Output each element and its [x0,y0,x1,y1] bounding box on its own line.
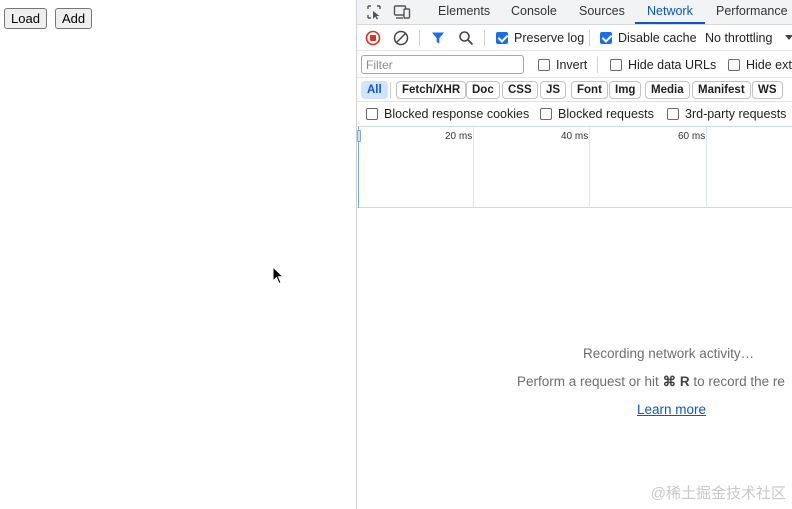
hide-data-urls-checkbox[interactable] [610,59,622,71]
tab-performance[interactable]: Performance [716,4,788,18]
blocked-cookies-checkbox[interactable] [366,108,378,120]
learn-more-link[interactable]: Learn more [637,402,706,417]
disable-cache-checkbox[interactable] [600,32,612,44]
chip-css[interactable]: CSS [502,81,538,99]
timeline-gridline [706,127,707,208]
toolbar-divider [390,82,391,98]
tab-console[interactable]: Console [511,4,557,18]
clear-icon[interactable] [393,30,409,46]
third-party-checkbox[interactable] [667,108,679,120]
inspected-page: Load Add [0,0,356,509]
timeline-gridline [589,127,590,208]
blocked-requests-label: Blocked requests [558,107,654,121]
hide-extension-checkbox[interactable] [728,59,740,71]
chip-ws[interactable]: WS [752,81,783,99]
chip-doc[interactable]: Doc [466,81,500,99]
device-toolbar-icon[interactable] [393,4,411,20]
recording-message: Recording network activity… [583,346,755,361]
timeline-tick-label: 40 ms [561,131,589,142]
perform-request-message: Perform a request or hit ⌘ R to record t… [517,374,785,390]
blocked-cookies-label: Blocked response cookies [384,107,530,121]
timeline-tick-label: 20 ms [445,131,473,142]
chip-img[interactable]: Img [609,81,642,99]
filter-input[interactable] [361,55,524,74]
request-filter-options: Blocked response cookies Blocked request… [357,102,792,127]
mouse-cursor-icon [272,266,284,285]
perform-prefix: Perform a request or hit [517,374,663,389]
watermark: @稀土掘金技术社区 [650,485,786,502]
chip-js[interactable]: JS [540,81,567,99]
devtools-panel: Elements Console Sources Network Perform… [356,0,792,509]
timeline-handle[interactable] [357,130,361,142]
tab-sources[interactable]: Sources [579,4,625,18]
devtools-tab-bar: Elements Console Sources Network Perform… [357,0,792,25]
stop-recording-icon[interactable] [365,30,381,46]
record-shortcut: ⌘ R [662,374,690,389]
preserve-log-checkbox[interactable] [496,32,508,44]
network-toolbar: Preserve log Disable cache No throttling [357,25,792,51]
resource-type-filters: All Fetch/XHR Doc CSS JS Font Img Media … [357,78,792,102]
timeline-tick-label: 60 ms [678,131,706,142]
toolbar-divider [484,30,485,46]
add-button[interactable]: Add [55,8,93,29]
hide-data-urls-label: Hide data URLs [628,58,717,72]
network-timeline-overview[interactable]: 20 ms 40 ms 60 ms [357,127,792,208]
active-tab-indicator [635,22,705,24]
invert-checkbox[interactable] [538,59,550,71]
disable-cache-label: Disable cache [618,31,697,45]
tab-elements[interactable]: Elements [438,4,490,18]
blocked-requests-checkbox[interactable] [540,108,552,120]
load-button[interactable]: Load [4,8,47,29]
tab-network[interactable]: Network [647,4,693,18]
chip-manifest[interactable]: Manifest [692,81,751,99]
throttling-select[interactable]: No throttling [705,31,772,45]
preserve-log-label: Preserve log [514,31,585,45]
chevron-down-icon[interactable] [785,35,792,41]
filter-bar: Invert Hide data URLs Hide exte [357,51,792,78]
toolbar-divider [597,57,598,73]
chip-all[interactable]: All [361,81,388,99]
chip-media[interactable]: Media [645,81,690,99]
third-party-label: 3rd-party requests [685,107,787,121]
search-icon[interactable] [458,30,474,46]
chip-font[interactable]: Font [571,81,608,99]
toolbar-divider [419,30,420,46]
perform-suffix: to record the re [689,374,785,389]
hide-extension-label: Hide exte [746,58,792,72]
invert-label: Invert [556,58,588,72]
inspect-element-icon[interactable] [366,4,382,20]
chip-fetch-xhr[interactable]: Fetch/XHR [396,81,467,99]
filter-icon[interactable] [431,31,445,45]
timeline-gridline [473,127,474,208]
toolbar-divider [589,30,590,46]
